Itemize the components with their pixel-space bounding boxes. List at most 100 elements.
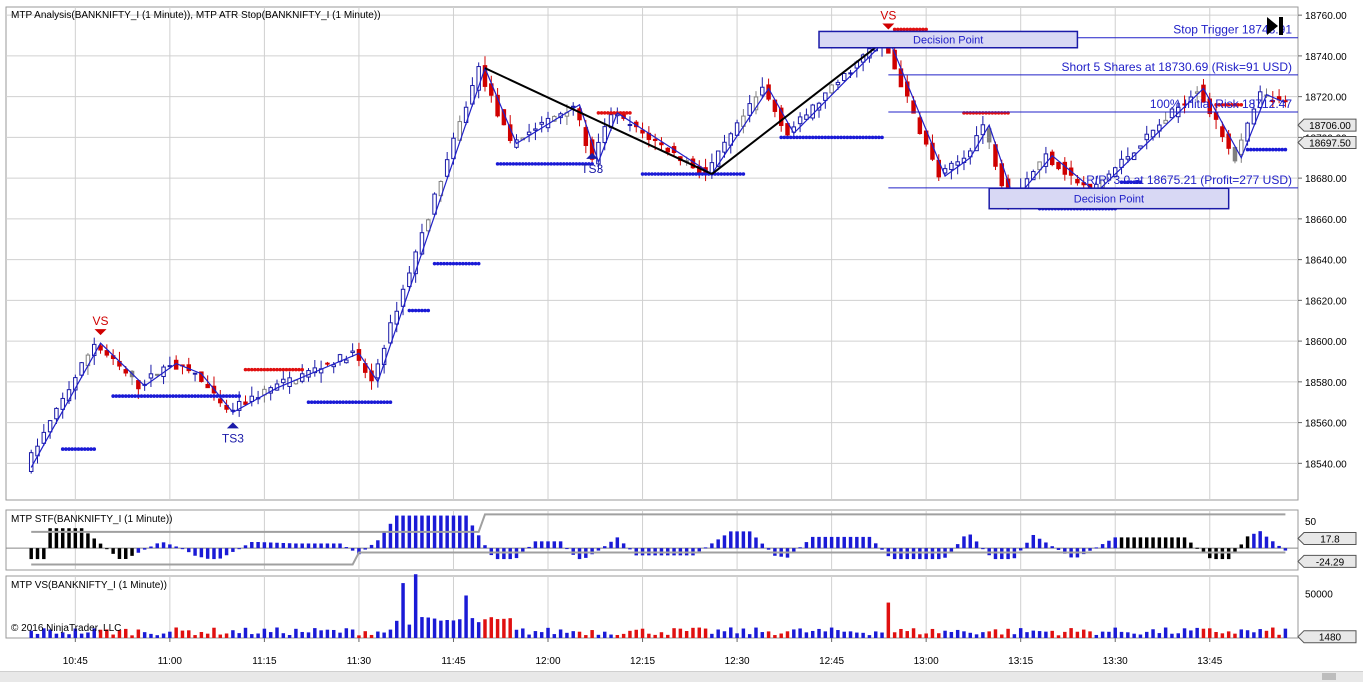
atr-stop-dot	[158, 394, 163, 398]
candle-body	[1049, 151, 1055, 166]
stf-bar	[558, 541, 563, 549]
chart-canvas[interactable]: 10:45 11:00 11:15 11:30 11:45 12:00 12:15 12:30…	[0, 0, 1363, 681]
volume-bar	[861, 632, 865, 638]
atr-stop-dot	[146, 394, 150, 398]
candle-body	[1239, 139, 1244, 155]
atr-stop-dot	[168, 394, 172, 398]
volume-bar	[439, 620, 443, 638]
volume-bar	[533, 631, 538, 638]
atr-stop-dot	[675, 172, 680, 176]
volume-bar	[1245, 630, 1250, 638]
volume-bar	[180, 630, 185, 638]
atr-stop-dot	[407, 308, 412, 313]
atr-stop-dot	[114, 394, 119, 398]
atr-stop-dot	[136, 394, 141, 398]
stf-bar	[855, 536, 859, 549]
candle-body	[104, 350, 110, 356]
volume-bar	[590, 630, 594, 638]
atr-stop-dot	[561, 162, 566, 166]
atr-stop-dot	[202, 394, 207, 398]
atr-stop-dot	[517, 162, 522, 166]
stf-bar	[565, 548, 569, 550]
volume-bar	[911, 628, 916, 638]
vs-tick-label: 50000	[1305, 590, 1333, 601]
atr-stop-dot	[423, 308, 427, 313]
atr-stop-dot	[735, 172, 739, 176]
volume-bar	[710, 633, 714, 638]
volume-bar	[161, 633, 166, 638]
atr-stop-dot	[262, 367, 267, 372]
atr-stop-dot	[224, 394, 229, 398]
atr-stop-dot	[1255, 147, 1259, 152]
atr-stop-dot	[120, 394, 125, 398]
atr-stop-dot	[369, 400, 374, 405]
y-tick-label: 18680.00	[1305, 174, 1347, 185]
stf-bar	[1006, 548, 1010, 560]
atr-stop-dot	[353, 400, 358, 405]
atr-stop-dot	[388, 400, 393, 405]
y-tick-label: 18580.00	[1305, 378, 1347, 389]
candle-body	[1220, 126, 1225, 138]
volume-bar	[1132, 633, 1136, 638]
volume-bar	[1063, 631, 1067, 638]
volume-bar	[697, 627, 702, 638]
atr-stop-dot	[1264, 147, 1269, 152]
atr-stop-dot	[848, 135, 853, 140]
vs-tag-value: 1480	[1319, 633, 1342, 644]
atr-stop-dot	[290, 367, 295, 372]
volume-bar	[306, 632, 311, 638]
atr-stop-dot	[924, 27, 928, 32]
atr-stop-dot	[130, 394, 134, 398]
atr-stop-dot	[826, 135, 831, 140]
stf-bar	[136, 548, 141, 553]
scrollbar-thumb[interactable]	[1322, 673, 1336, 680]
atr-stop-dot	[895, 27, 900, 32]
stf-bar	[130, 548, 134, 556]
volume-bar	[962, 631, 966, 638]
stf-panel	[5, 509, 1299, 571]
stf-bar	[1182, 537, 1187, 549]
atr-stop-dot	[331, 400, 336, 405]
volume-bar	[1107, 631, 1111, 638]
volume-bar	[968, 632, 973, 638]
volume-bar	[250, 634, 254, 638]
stf-bar	[1145, 537, 1149, 549]
stf-bar	[168, 544, 172, 549]
atr-stop-dot	[272, 367, 276, 372]
atr-stop-dot	[454, 261, 459, 266]
volume-bar	[136, 629, 141, 638]
stf-bar	[344, 547, 349, 549]
atr-stop-dot	[514, 162, 519, 166]
scroll-to-end-icon[interactable]	[1264, 14, 1286, 38]
atr-stop-dot	[801, 135, 806, 140]
atr-stop-dot	[328, 400, 333, 405]
x-tick-label: 10:45	[63, 656, 88, 667]
stf-bar	[546, 541, 550, 549]
horizontal-scrollbar[interactable]	[0, 671, 1363, 682]
atr-stop-dot	[316, 400, 320, 405]
atr-stop-dot	[697, 172, 702, 176]
stf-bar	[281, 542, 286, 549]
stf-bar	[508, 548, 512, 560]
stf-bar	[250, 542, 254, 549]
candle-body	[205, 383, 210, 389]
candle-body	[218, 398, 223, 404]
candle-body	[652, 138, 658, 142]
stf-bar	[703, 547, 708, 549]
atr-stop-dot	[505, 162, 509, 166]
volume-bar	[124, 628, 128, 638]
candle-body	[797, 116, 803, 125]
atr-stop-dot	[123, 394, 128, 398]
volume-bar	[527, 634, 531, 638]
atr-stop-dot	[681, 172, 686, 176]
atr-stop-dot	[461, 261, 465, 266]
stf-bar	[911, 548, 916, 560]
atr-stop-dot	[688, 172, 692, 176]
candle-body	[28, 452, 34, 472]
atr-stop-dot	[574, 162, 579, 166]
stf-bar	[1126, 537, 1130, 549]
stf-bar	[924, 548, 928, 560]
signal-label: VS	[93, 314, 109, 328]
stf-bar	[974, 541, 979, 549]
volume-bar	[268, 632, 273, 638]
